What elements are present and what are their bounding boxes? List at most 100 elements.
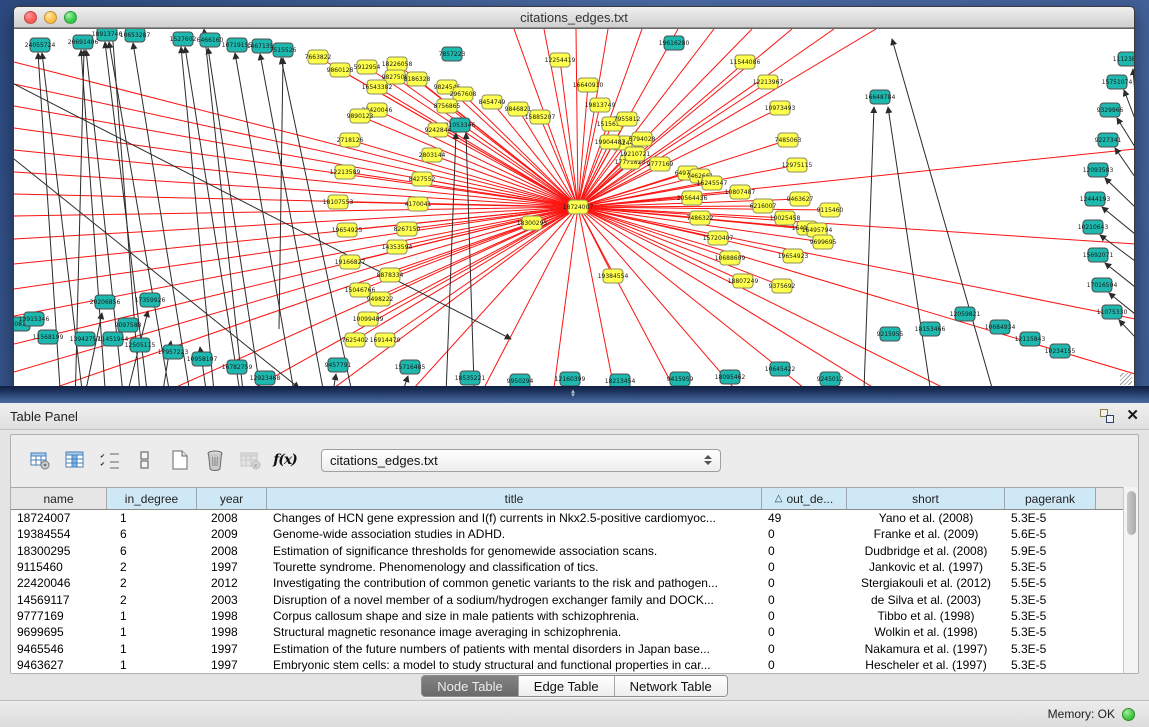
graph-node[interactable]: 9463627 xyxy=(787,192,814,206)
graph-node[interactable]: 7857223 xyxy=(439,47,466,61)
graph-node[interactable]: 8186328 xyxy=(404,72,431,86)
table-cell[interactable]: Embryonic stem cells: a model to study s… xyxy=(267,658,762,672)
graph-edge[interactable] xyxy=(578,207,944,387)
graph-edge[interactable] xyxy=(1124,90,1134,119)
graph-node[interactable]: 9699695 xyxy=(810,235,837,249)
table-cell[interactable]: 5.5E-5 xyxy=(1005,576,1096,590)
table-cell[interactable]: Disruption of a novel member of a sodium… xyxy=(267,593,762,607)
table-cell[interactable]: 5.9E-5 xyxy=(1005,544,1096,558)
delete-column-icon[interactable] xyxy=(204,449,226,471)
graph-node[interactable]: 5912954 xyxy=(354,60,381,74)
table-cell[interactable]: 9465546 xyxy=(11,642,107,656)
graph-edge[interactable] xyxy=(888,107,939,387)
table-row[interactable]: 969969511998Structural magnetic resonanc… xyxy=(11,624,1138,640)
select-attributes-icon[interactable]: ✔✔ xyxy=(99,449,121,471)
graph-node[interactable]: 8454749 xyxy=(479,95,506,109)
graph-node[interactable]: 18153466 xyxy=(915,322,946,336)
table-cell[interactable]: 6 xyxy=(107,544,197,558)
graph-node[interactable]: 18226058 xyxy=(382,57,413,71)
graph-node[interactable]: 9860128 xyxy=(327,63,354,77)
table-row[interactable]: 1872400712008Changes of HCN gene express… xyxy=(11,510,1138,526)
graph-node[interactable]: 15716485 xyxy=(395,360,426,374)
table-cell[interactable]: 6 xyxy=(107,527,197,541)
graph-node[interactable]: 9375692 xyxy=(769,279,796,293)
table-cell[interactable]: 2 xyxy=(107,560,197,574)
graph-node[interactable]: 19166827 xyxy=(335,255,366,269)
table-cell[interactable]: 1 xyxy=(107,609,197,623)
table-cell[interactable]: 5.3E-5 xyxy=(1005,658,1096,672)
graph-node[interactable]: 12160399 xyxy=(555,372,586,386)
table-cell[interactable]: 0 xyxy=(762,544,847,558)
table-row[interactable]: 946554611997Estimation of the future num… xyxy=(11,640,1138,656)
table-cell[interactable]: 9463627 xyxy=(11,658,107,672)
graph-node[interactable]: 8878334 xyxy=(377,268,404,282)
close-window-button[interactable] xyxy=(24,11,37,24)
graph-node[interactable]: 10958107 xyxy=(187,352,218,366)
table-cell[interactable]: 9777169 xyxy=(11,609,107,623)
table-cell[interactable]: 2008 xyxy=(197,511,267,525)
graph-edge[interactable] xyxy=(578,207,1134,319)
graph-edge[interactable] xyxy=(554,207,578,387)
function-builder-icon[interactable]: f(x) xyxy=(274,449,296,471)
table-cell[interactable]: Genome-wide association studies in ADHD. xyxy=(267,527,762,541)
column-header-year[interactable]: year xyxy=(197,488,267,509)
delete-table-icon[interactable]: x xyxy=(239,449,261,471)
table-cell[interactable]: 0 xyxy=(762,527,847,541)
graph-edge[interactable] xyxy=(14,207,578,372)
graph-node[interactable]: 7955812 xyxy=(614,112,641,126)
graph-edge[interactable] xyxy=(862,107,874,387)
graph-edge[interactable] xyxy=(1119,320,1134,337)
graph-node[interactable]: 10099489 xyxy=(353,312,384,326)
graph-node[interactable]: 2803144 xyxy=(419,148,446,162)
table-cell[interactable]: 1997 xyxy=(197,560,267,574)
graph-node[interactable]: 6794028 xyxy=(629,132,656,146)
scrollbar-thumb[interactable] xyxy=(1127,491,1136,535)
table-cell[interactable]: 1998 xyxy=(197,625,267,639)
table-cell[interactable]: Yano et al. (2008) xyxy=(847,511,1005,525)
table-cell[interactable]: 5.3E-5 xyxy=(1005,625,1096,639)
graph-node[interactable]: 19384554 xyxy=(598,269,629,283)
graph-node[interactable]: 10645422 xyxy=(765,362,796,376)
graph-node[interactable]: 1527602 xyxy=(170,32,197,46)
graph-node[interactable]: 10653287 xyxy=(120,29,151,42)
graph-node[interactable]: 7663822 xyxy=(305,50,332,64)
graph-edge[interactable] xyxy=(208,48,269,387)
graph-node[interactable]: 15692071 xyxy=(1083,248,1114,262)
table-row[interactable]: 977716911998Corpus callosum shape and si… xyxy=(11,608,1138,624)
graph-node[interactable]: 9227341 xyxy=(1095,133,1122,147)
table-cell[interactable]: Franke et al. (2009) xyxy=(847,527,1005,541)
resize-grip-icon[interactable] xyxy=(1120,373,1132,385)
table-cell[interactable]: Hescheler et al. (1997) xyxy=(847,658,1005,672)
table-cell[interactable]: 1 xyxy=(107,658,197,672)
graph-node[interactable]: 18095462 xyxy=(715,370,746,384)
graph-node[interactable]: 10807487 xyxy=(725,185,756,199)
tab-node-table[interactable]: Node Table xyxy=(422,676,519,696)
graph-edge[interactable] xyxy=(578,207,614,387)
table-row[interactable]: 911546021997Tourette syndrome. Phenomeno… xyxy=(11,559,1138,575)
graph-edge[interactable] xyxy=(1133,69,1134,95)
table-row[interactable]: 946362711997Embryonic stem cells: a mode… xyxy=(11,657,1138,673)
graph-node[interactable]: 12093583 xyxy=(1083,163,1114,177)
graph-edge[interactable] xyxy=(484,207,578,387)
graph-node[interactable]: 16648784 xyxy=(865,90,896,104)
graph-node[interactable]: 16914479 xyxy=(370,333,401,347)
table-cell[interactable]: 0 xyxy=(762,560,847,574)
table-cell[interactable]: Dudbridge et al. (2008) xyxy=(847,544,1005,558)
graph-node[interactable]: 10688609 xyxy=(715,251,746,265)
table-cell[interactable]: 2012 xyxy=(197,576,267,590)
graph-edge[interactable] xyxy=(279,58,283,329)
table-cell[interactable]: 0 xyxy=(762,658,847,672)
graph-node[interactable]: 19813749 xyxy=(585,98,616,112)
table-cell[interactable]: Estimation of significance thresholds fo… xyxy=(267,544,762,558)
graph-node[interactable]: 9329966 xyxy=(1097,103,1124,117)
table-cell[interactable]: Changes of HCN gene expression and I(f) … xyxy=(267,511,762,525)
table-cell[interactable]: Stergiakouli et al. (2012) xyxy=(847,576,1005,590)
graph-node[interactable]: 18107553 xyxy=(323,195,354,209)
row-detail-icon[interactable] xyxy=(134,449,156,471)
table-selector-dropdown[interactable]: citations_edges.txt xyxy=(321,449,721,472)
graph-node[interactable]: 9245012 xyxy=(817,372,844,386)
graph-node[interactable]: 10234155 xyxy=(1045,344,1076,358)
graph-node[interactable]: 9115460 xyxy=(817,203,844,217)
graph-node[interactable]: 9215955 xyxy=(877,327,904,341)
graph-node[interactable]: 8427552 xyxy=(409,172,436,186)
